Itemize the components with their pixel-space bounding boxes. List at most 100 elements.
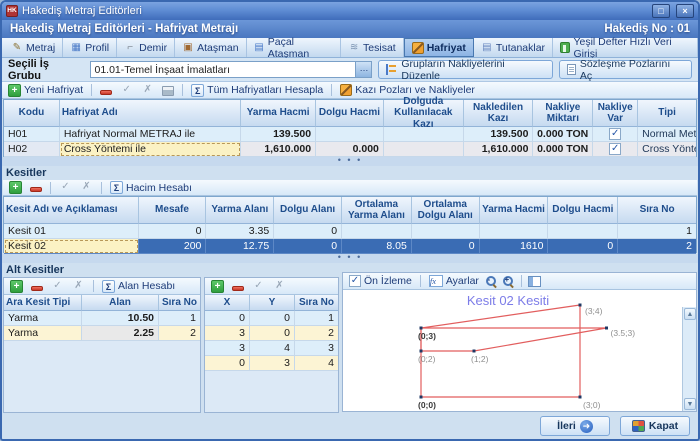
kapat-button[interactable]: Kapat xyxy=(620,416,690,436)
col-kodu[interactable]: Kodu xyxy=(4,100,60,127)
col-nakliye-var[interactable]: Nakliye Var xyxy=(593,100,638,127)
nakliye-var-checkbox[interactable] xyxy=(609,143,621,155)
tab-pacal-atasman[interactable]: Paçal Ataşman xyxy=(247,38,341,57)
is-grubu-label: Seçili İş Grubu xyxy=(8,58,84,82)
col-alan[interactable]: Alan xyxy=(82,295,159,311)
xy-delete-button[interactable] xyxy=(230,282,246,291)
xy-row[interactable]: 3 0 2 xyxy=(205,326,338,341)
alt-toolbar: Alan Hesabı xyxy=(4,278,200,295)
alan-hesabi-button[interactable]: Alan Hesabı xyxy=(100,280,177,293)
sozlesme-pozlarini-ac-button[interactable]: Sözleşme Pozlarını Aç xyxy=(559,60,692,79)
xy-add-button[interactable] xyxy=(209,280,226,293)
alt-add-button[interactable] xyxy=(8,280,25,293)
plus-icon xyxy=(211,280,224,293)
kazi-pozlari-button[interactable]: Kazı Pozları ve Nakliyeler xyxy=(338,84,477,96)
xy-confirm-button[interactable] xyxy=(250,280,267,293)
ayarlar-button[interactable]: Ayarlar xyxy=(427,275,481,287)
tab-demir[interactable]: Demir xyxy=(117,38,175,57)
scroll-down-button[interactable] xyxy=(684,398,696,410)
col-dolgu-alani[interactable]: Dolgu Alanı xyxy=(274,197,342,224)
vertical-scrollbar[interactable] xyxy=(682,307,696,411)
col-nakliye-miktari[interactable]: Nakliye Miktarı xyxy=(533,100,593,127)
tab-metraj[interactable]: Metraj xyxy=(4,38,63,57)
col-nakledilen-kazi[interactable]: Nakledilen Kazı xyxy=(464,100,534,127)
table-row-h01[interactable]: H01 Hafriyat Normal METRAJ ile 139.500 1… xyxy=(4,127,696,142)
browse-ellipsis-button[interactable] xyxy=(355,62,371,77)
confirm-button[interactable] xyxy=(118,84,135,97)
close-button[interactable] xyxy=(676,4,694,18)
kesit-chart: (0;0)(3;0)(3;4)(0;3)(3.5;3)(0;2)(1;2) xyxy=(343,290,682,411)
tesisat-icon xyxy=(348,42,360,54)
col-sira-no[interactable]: Sıra No xyxy=(295,295,338,311)
yeni-hafriyat-button[interactable]: Yeni Hafriyat xyxy=(6,84,85,97)
panel-view-icon[interactable] xyxy=(528,276,541,287)
tab-hafriyat[interactable]: Hafriyat xyxy=(404,38,474,57)
col-y[interactable]: Y xyxy=(250,295,295,311)
on-izleme-checkbox[interactable] xyxy=(349,275,361,287)
sigma-icon xyxy=(191,84,204,97)
col-yarma-alani[interactable]: Yarma Alanı xyxy=(206,197,274,224)
tutanaklar-icon xyxy=(481,42,493,54)
alt-confirm-button[interactable] xyxy=(49,280,66,293)
check-icon xyxy=(252,280,265,293)
chart-title: Kesit 02 Kesiti xyxy=(343,293,673,308)
col-sira-no[interactable]: Sıra No xyxy=(618,197,696,224)
kesit-row-1[interactable]: Kesit 01 0 3.35 0 1 xyxy=(4,224,696,239)
svg-text:(0;2): (0;2) xyxy=(418,354,436,364)
col-kesit-adi[interactable]: Kesit Adı ve Açıklaması xyxy=(4,197,139,224)
splitter-handle[interactable] xyxy=(2,254,698,263)
tab-atasman[interactable]: Ataşman xyxy=(175,38,246,57)
tum-hafriyatlari-hesapla-button[interactable]: Tüm Hafriyatları Hesapla xyxy=(189,84,325,97)
gruplarin-nakliyelerini-duzenle-button[interactable]: Grupların Nakliyelerini Düzenle xyxy=(378,60,552,79)
col-yarma-hacmi[interactable]: Yarma Hacmi xyxy=(480,197,549,224)
delete-button[interactable] xyxy=(98,86,114,95)
zoom-in-button[interactable] xyxy=(502,275,515,288)
col-ort-yarma-alani[interactable]: Ortalama Yarma Alanı xyxy=(342,197,412,224)
is-grubu-row: Seçili İş Grubu 01.01-Temel İnşaat İmala… xyxy=(2,58,698,82)
check-icon xyxy=(51,280,64,293)
alt-row-2[interactable]: Yarma 2.25 2 xyxy=(4,326,200,341)
plus-icon xyxy=(8,84,21,97)
kesit-confirm-button[interactable] xyxy=(57,181,74,194)
col-ara-kesit-tipi[interactable]: Ara Kesit Tipi xyxy=(4,295,82,311)
preview-panel: Ön İzleme Ayarlar Kesit 02 Kesiti (0;0)(… xyxy=(342,272,697,412)
kesit-add-button[interactable] xyxy=(7,181,24,194)
xy-toolbar xyxy=(205,278,338,295)
col-sira-no[interactable]: Sıra No xyxy=(159,295,200,311)
print-button[interactable] xyxy=(160,84,176,96)
zoom-out-button[interactable] xyxy=(485,275,498,288)
col-x[interactable]: X xyxy=(205,295,250,311)
alt-cancel-button[interactable] xyxy=(70,280,87,293)
kesit-delete-button[interactable] xyxy=(28,183,44,192)
col-mesafe[interactable]: Mesafe xyxy=(139,197,207,224)
footer-bar: İleri Kapat xyxy=(2,413,698,439)
maximize-button[interactable] xyxy=(652,4,670,18)
col-dolguda-kazi[interactable]: Dolguda Kullanılacak Kazı xyxy=(384,100,464,127)
col-dolgu-hacmi[interactable]: Dolgu Hacmi xyxy=(548,197,618,224)
xy-row[interactable]: 0 3 4 xyxy=(205,356,338,371)
xy-cancel-button[interactable] xyxy=(271,280,288,293)
splitter-handle[interactable] xyxy=(2,157,698,166)
col-tipi[interactable]: Tipi xyxy=(638,100,696,127)
tab-profil[interactable]: Profil xyxy=(63,38,117,57)
col-hafriyat-adi[interactable]: Hafriyat Adı xyxy=(60,100,241,127)
col-dolgu-hacmi[interactable]: Dolgu Hacmi xyxy=(316,100,384,127)
ileri-button[interactable]: İleri xyxy=(540,416,610,436)
col-yarma-hacmi[interactable]: Yarma Hacmi xyxy=(241,100,316,127)
tab-yesil-defter[interactable]: Yeşil Defter Hızlı Veri Girişi xyxy=(553,38,698,57)
alt-row-1[interactable]: Yarma 10.50 1 xyxy=(4,311,200,326)
on-izleme-toggle[interactable]: Ön İzleme xyxy=(347,275,414,287)
xy-row[interactable]: 3 4 3 xyxy=(205,341,338,356)
is-grubu-combo[interactable]: 01.01-Temel İnşaat İmalatları xyxy=(90,61,372,78)
kesit-cancel-button[interactable] xyxy=(78,181,95,194)
hacim-hesabi-button[interactable]: Hacim Hesabı xyxy=(108,181,194,194)
col-ort-dolgu-alani[interactable]: Ortalama Dolgu Alanı xyxy=(412,197,480,224)
xy-row[interactable]: 0 0 1 xyxy=(205,311,338,326)
scroll-up-button[interactable] xyxy=(684,308,696,320)
tab-tutanaklar[interactable]: Tutanaklar xyxy=(474,38,553,57)
svg-text:(1;2): (1;2) xyxy=(471,354,489,364)
tab-tesisat[interactable]: Tesisat xyxy=(341,38,404,57)
nakliye-var-checkbox[interactable] xyxy=(609,128,621,140)
cancel-button[interactable] xyxy=(139,84,156,97)
alt-delete-button[interactable] xyxy=(29,282,45,291)
